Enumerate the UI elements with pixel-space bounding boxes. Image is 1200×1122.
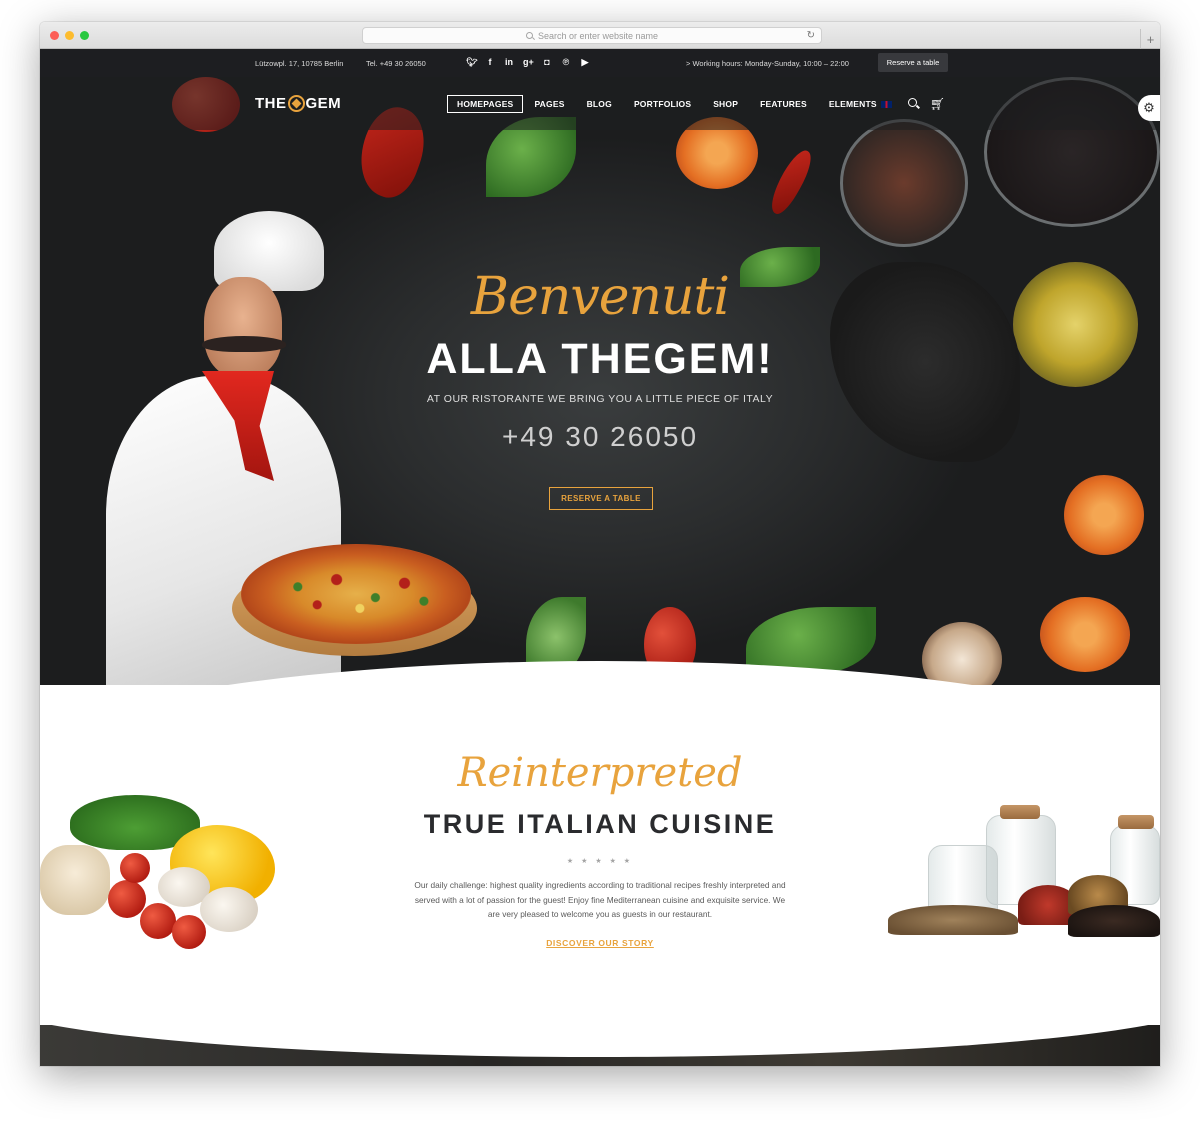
- page: Search or enter website name ↻ + Lützowp…: [0, 0, 1200, 1122]
- gem-logo-icon: [287, 95, 305, 112]
- site-logo[interactable]: THE GEM: [255, 95, 341, 112]
- intro-section: Reinterpreted TRUE ITALIAN CUISINE ★ ★ ★…: [40, 685, 1160, 1025]
- nav-item-pages[interactable]: PAGES: [523, 95, 575, 113]
- linkedin-icon[interactable]: in: [504, 57, 514, 68]
- reserve-table-top-button[interactable]: Reserve a table: [878, 53, 948, 72]
- settings-gear-button[interactable]: ⚙: [1138, 95, 1160, 121]
- nav-item-portfolios[interactable]: PORTFOLIOS: [623, 95, 702, 113]
- plus-icon: +: [1146, 31, 1155, 47]
- tomato-half-decoration: [1064, 475, 1144, 555]
- mushroom-decoration: [200, 887, 258, 932]
- uk-flag-icon[interactable]: [881, 101, 892, 108]
- search-icon: [525, 32, 533, 39]
- dough-decoration: [40, 845, 110, 915]
- mushroom-decoration: [922, 622, 1002, 685]
- hero-section: THE GEM HOMEPAGES PAGES BLOG PORTFOLIOS …: [40, 77, 1160, 685]
- logo-text-left: THE: [255, 95, 287, 112]
- hero-script-heading: Benvenuti: [470, 267, 730, 327]
- working-hours-text: > Working hours: Monday-Sunday, 10:00 – …: [686, 59, 849, 68]
- phone-text[interactable]: Tel. +49 30 26050: [366, 59, 426, 68]
- logo-text-right: GEM: [305, 95, 342, 112]
- new-tab-button[interactable]: +: [1140, 29, 1160, 49]
- address-bar-placeholder: Search or enter website name: [537, 30, 659, 41]
- reserve-table-button[interactable]: RESERVE A TABLE: [549, 487, 653, 510]
- minimize-window-button[interactable]: [65, 31, 74, 40]
- pinterest-icon[interactable]: ℗: [561, 57, 571, 68]
- hero-title: ALLA THEGEM!: [426, 335, 774, 383]
- social-links: 🐦︎ f in g+ ◘ ℗ ▶: [466, 57, 590, 68]
- spices-image: [888, 795, 1160, 955]
- nav-item-features[interactable]: FEATURES: [749, 95, 818, 113]
- search-icon[interactable]: [908, 98, 917, 107]
- spice-pile: [888, 905, 1018, 935]
- reload-icon[interactable]: ↻: [807, 30, 815, 41]
- cart-icon[interactable]: 🛒︎: [930, 97, 945, 111]
- gear-icon: ⚙: [1143, 100, 1155, 115]
- hero-subtitle: AT OUR RISTORANTE WE BRING YOU A LITTLE …: [426, 393, 774, 405]
- cherry-tomato-decoration: [108, 880, 146, 918]
- browser-toolbar: Search or enter website name ↻ +: [40, 22, 1160, 49]
- pepper-pile: [1068, 905, 1160, 937]
- pizza: [241, 544, 471, 644]
- main-menu: HOMEPAGES PAGES BLOG PORTFOLIOS SHOP FEA…: [447, 95, 888, 113]
- address-bar[interactable]: Search or enter website name ↻: [362, 27, 822, 44]
- nav-item-elements[interactable]: ELEMENTS: [818, 95, 888, 113]
- browser-window: Search or enter website name ↻ + Lützowp…: [40, 22, 1160, 1066]
- maximize-window-button[interactable]: [80, 31, 89, 40]
- main-navbar: THE GEM HOMEPAGES PAGES BLOG PORTFOLIOS …: [40, 77, 1160, 130]
- facebook-icon[interactable]: f: [485, 57, 495, 68]
- intro-description: Our daily challenge: highest quality ing…: [414, 880, 786, 919]
- instagram-icon[interactable]: ◘: [542, 57, 552, 68]
- chili-decoration: [763, 146, 819, 218]
- close-window-button[interactable]: [50, 31, 59, 40]
- youtube-icon[interactable]: ▶: [580, 57, 590, 68]
- jar-cork: [1118, 815, 1154, 829]
- tomato-half-bottom-decoration: [1040, 597, 1130, 672]
- twitter-icon[interactable]: 🐦︎: [466, 57, 477, 68]
- nav-item-homepages[interactable]: HOMEPAGES: [447, 95, 524, 113]
- jar-cork: [1000, 805, 1040, 819]
- nav-item-blog[interactable]: BLOG: [576, 95, 623, 113]
- googleplus-icon[interactable]: g+: [523, 57, 534, 68]
- intro-script-heading: Reinterpreted: [457, 750, 743, 796]
- top-info-bar: Lützowpl. 17, 10785 Berlin Tel. +49 30 2…: [40, 49, 1160, 77]
- nav-item-shop[interactable]: SHOP: [702, 95, 749, 113]
- address-text: Lützowpl. 17, 10785 Berlin: [255, 59, 344, 68]
- hero-phone: +49 30 26050: [501, 421, 699, 452]
- cherry-tomato-decoration: [140, 903, 176, 939]
- peppercorn-bowl-decoration: [840, 119, 968, 247]
